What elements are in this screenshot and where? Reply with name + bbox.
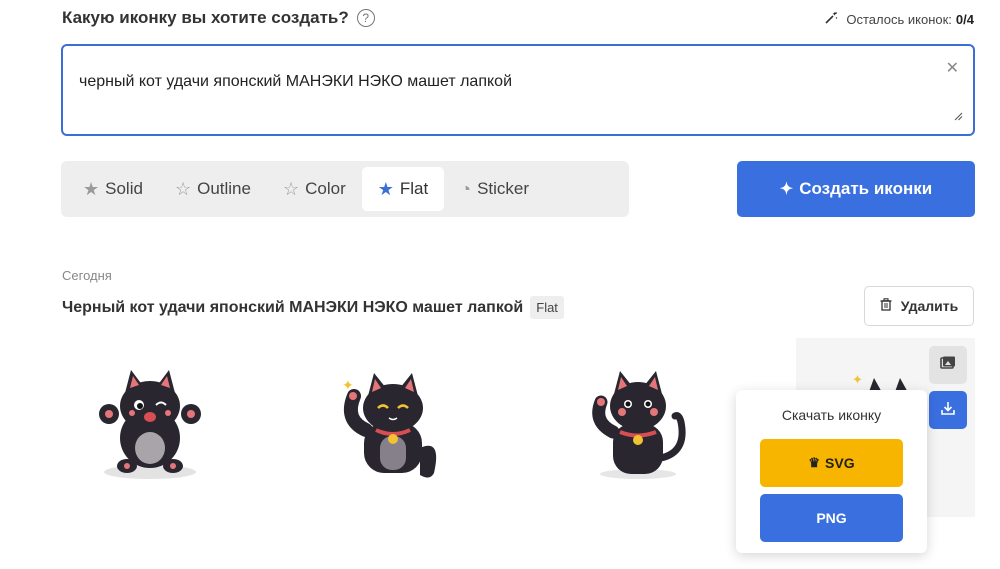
style-badge: Flat [530,296,564,319]
create-button-label: Создать иконки [799,179,933,198]
cat-icon-1[interactable] [95,368,205,488]
prompt-textarea[interactable]: черный кот удачи японский МАНЭКИ НЭКО ма… [61,44,975,136]
star-outline-icon: ☆ [282,178,300,199]
crown-icon: ♛ [808,455,821,470]
download-popup-title: Скачать иконку [781,407,882,423]
cat-icon-3[interactable] [583,366,693,486]
result-title: Черный кот удачи японский МАНЭКИ НЭКО ма… [62,296,564,319]
star-filled-icon: ★ [83,178,100,199]
star-blue-icon: ★ [377,178,394,199]
tab-sticker[interactable]: ◔ Sticker [444,167,545,211]
tab-color[interactable]: ☆ Color [267,167,362,211]
svg-label: SVG [825,455,855,471]
tab-label: Flat [399,179,429,198]
tab-label: Color [305,179,346,198]
remaining-label: Осталось иконок: [846,12,952,27]
tab-flat[interactable]: ★ Flat [361,167,445,211]
tab-label: Outline [197,179,251,198]
svg-text:✦: ✦ [832,11,837,18]
star-outline-icon: ☆ [174,178,192,199]
create-icons-button[interactable]: ✦ Создать иконки [737,161,975,217]
result-title-text: Черный кот удачи японский МАНЭКИ НЭКО ма… [62,298,524,316]
tab-label: Solid [105,179,143,198]
download-popup: Скачать иконку ♛ SVG PNG [736,390,927,553]
tab-outline[interactable]: ☆ Outline [159,167,267,211]
question-text: Какую иконку вы хотите создать? [62,8,349,27]
download-png-button[interactable]: PNG [760,494,903,542]
remaining-value: 0/4 [955,12,974,27]
tab-label: Sticker [477,179,530,198]
question-circle-icon[interactable]: ? [356,9,375,27]
download-button[interactable] [929,391,967,429]
png-label: PNG [816,510,847,526]
magic-wand-icon: ✦ [824,11,838,28]
svg-text:✦: ✦ [852,372,863,387]
prompt-text[interactable]: черный кот удачи японский МАНЭКИ НЭКО ма… [79,73,512,91]
date-group-label: Сегодня [62,268,112,283]
image-icon [940,356,956,375]
download-svg-button[interactable]: ♛ SVG [760,439,903,487]
delete-button[interactable]: Удалить [864,286,974,326]
resize-handle-icon[interactable] [954,112,963,124]
style-selector: ★ Solid ☆ Outline ☆ Color ★ Flat ◔ Stick… [61,161,629,217]
cat-icon-2[interactable]: ✦ [336,368,446,488]
sparkles-icon: ✦ [779,181,794,198]
download-icon [940,400,956,421]
question-heading: Какую иконку вы хотите создать? ? [62,8,375,28]
preview-image-button[interactable] [929,346,967,384]
delete-label: Удалить [900,298,959,314]
clear-icon[interactable]: ✕ [946,58,959,78]
remaining-counter: ✦ Осталось иконок: 0/4 [824,11,974,28]
sticker-icon: ◔ [460,178,472,199]
tab-solid[interactable]: ★ Solid [67,167,159,211]
trash-icon [880,298,892,314]
